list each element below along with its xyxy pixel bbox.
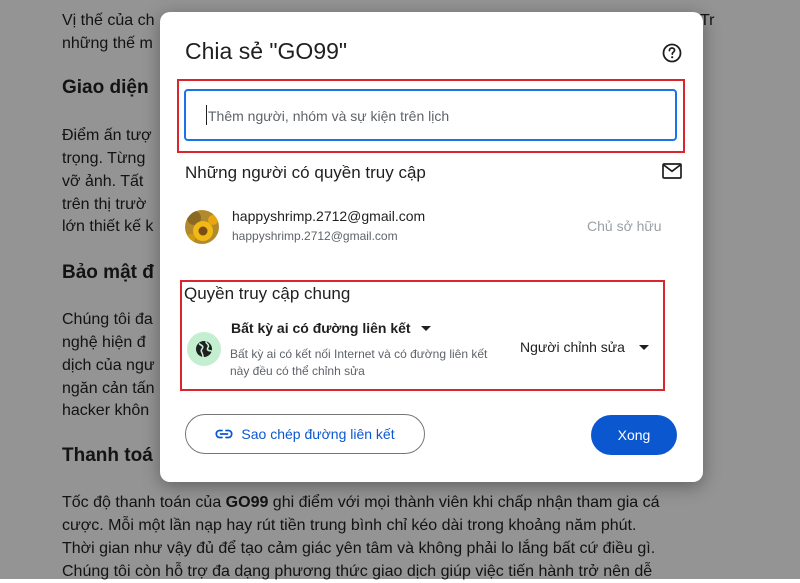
link-access-label: Bất kỳ ai có đường liên kết [231, 320, 411, 336]
avatar [185, 210, 219, 244]
user-email: happyshrimp.2712@gmail.com [232, 229, 398, 243]
globe-icon [196, 341, 213, 358]
add-people-field[interactable] [184, 89, 677, 141]
share-dialog: Chia sẻ "GO99" Những người có quyền truy… [160, 12, 703, 482]
dropdown-arrow-icon [638, 344, 649, 350]
access-section-title: Những người có quyền truy cập [185, 163, 426, 182]
dialog-title: Chia sẻ "GO99" [185, 38, 348, 64]
role-label: Người chỉnh sửa [520, 339, 625, 355]
role-dropdown[interactable]: Người chỉnh sửa [520, 339, 649, 355]
done-button[interactable]: Xong [591, 415, 677, 455]
copy-link-button[interactable]: Sao chép đường liên kết [185, 414, 425, 454]
mail-icon[interactable] [662, 163, 682, 179]
dropdown-arrow-icon [420, 325, 431, 331]
link-icon [215, 429, 233, 439]
general-access-title: Quyền truy cập chung [184, 284, 351, 303]
help-circle-icon[interactable] [662, 43, 682, 63]
link-access-dropdown[interactable]: Bất kỳ ai có đường liên kết [231, 320, 431, 336]
add-people-input[interactable] [206, 91, 670, 141]
link-access-description: Bất kỳ ai có kết nối Internet và có đườn… [230, 347, 488, 378]
owner-role-label: Chủ sở hữu [587, 218, 662, 234]
copy-link-label: Sao chép đường liên kết [241, 426, 395, 442]
user-name: happyshrimp.2712@gmail.com [232, 208, 426, 224]
globe-icon-badge [187, 332, 221, 366]
